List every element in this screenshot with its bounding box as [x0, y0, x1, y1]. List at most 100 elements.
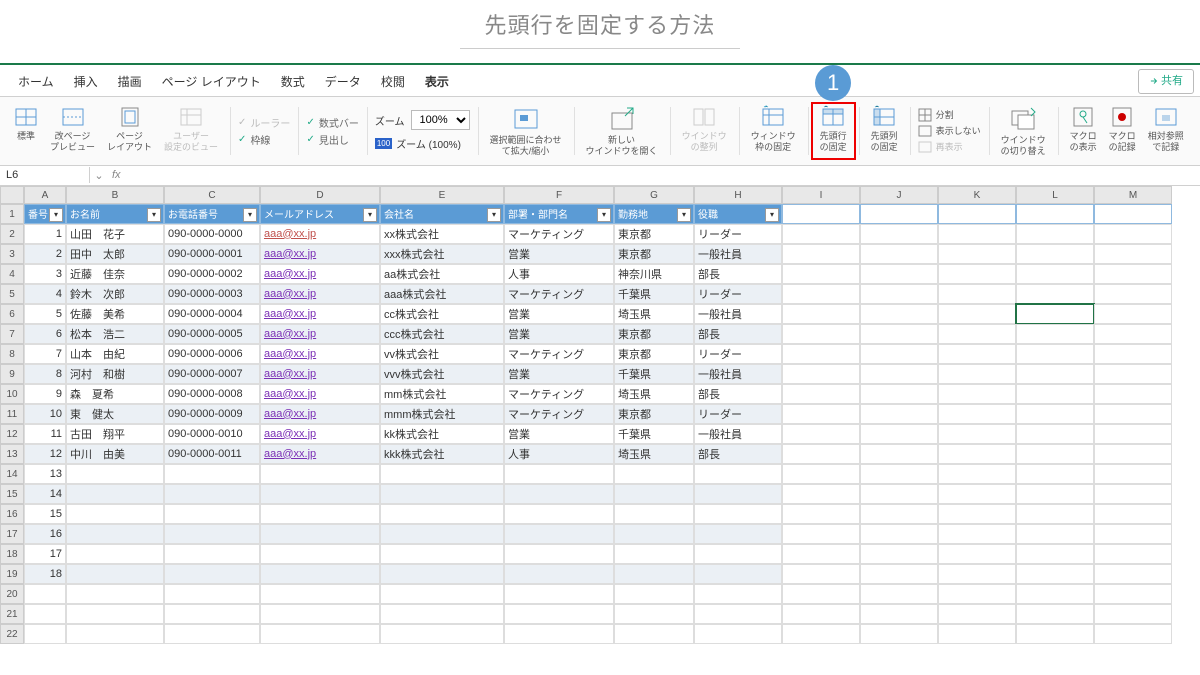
zoom-100-icon[interactable]: 100 — [375, 138, 392, 149]
cell[interactable] — [614, 584, 694, 604]
zoom-to-selection[interactable]: 選択範囲に合わせ て拡大/縮小 — [486, 103, 566, 159]
cell[interactable] — [782, 304, 860, 324]
row-header[interactable]: 19 — [0, 564, 24, 584]
view-page-layout[interactable]: ページ レイアウト — [103, 103, 156, 155]
cell[interactable]: 営業 — [504, 244, 614, 264]
cell[interactable] — [860, 524, 938, 544]
cell[interactable] — [938, 544, 1016, 564]
cell[interactable] — [1016, 244, 1094, 264]
cell[interactable] — [860, 404, 938, 424]
cell[interactable]: 6 — [24, 324, 66, 344]
cell[interactable] — [260, 464, 380, 484]
cell[interactable] — [66, 504, 164, 524]
cell[interactable]: 一般社員 — [694, 304, 782, 324]
cell[interactable] — [860, 224, 938, 244]
cell[interactable] — [380, 544, 504, 564]
cell[interactable] — [860, 384, 938, 404]
cell[interactable] — [380, 584, 504, 604]
cell[interactable] — [782, 204, 860, 224]
new-window[interactable]: 新しい ウインドウを開く — [582, 103, 662, 159]
cell[interactable] — [860, 504, 938, 524]
cell[interactable] — [1094, 624, 1172, 644]
formula-input[interactable] — [125, 166, 1200, 185]
cell[interactable]: aaa@xx.jp — [260, 384, 380, 404]
cell[interactable] — [1094, 304, 1172, 324]
cell[interactable]: aaa@xx.jp — [260, 424, 380, 444]
row-header[interactable]: 6 — [0, 304, 24, 324]
cell[interactable]: 090-0000-0011 — [164, 444, 260, 464]
cell[interactable]: mmm株式会社 — [380, 404, 504, 424]
cell[interactable]: 東京都 — [614, 404, 694, 424]
cell[interactable]: 部署・部門名 — [504, 204, 614, 224]
row-header[interactable]: 13 — [0, 444, 24, 464]
cell[interactable]: 14 — [24, 484, 66, 504]
cell[interactable]: 営業 — [504, 324, 614, 344]
freeze-first-col[interactable]: 先頭列 の固定 — [867, 103, 902, 155]
cell[interactable] — [24, 584, 66, 604]
cell[interactable] — [1016, 204, 1094, 224]
cell[interactable]: 7 — [24, 344, 66, 364]
cell[interactable]: 090-0000-0005 — [164, 324, 260, 344]
row-header[interactable]: 2 — [0, 224, 24, 244]
cell[interactable] — [504, 544, 614, 564]
cell[interactable]: 2 — [24, 244, 66, 264]
cell[interactable]: 部長 — [694, 444, 782, 464]
cell[interactable]: 千葉県 — [614, 364, 694, 384]
cell[interactable]: マーケティング — [504, 344, 614, 364]
cell[interactable]: vvv株式会社 — [380, 364, 504, 384]
cell[interactable]: 役職 — [694, 204, 782, 224]
cell[interactable]: 18 — [24, 564, 66, 584]
cell[interactable] — [1016, 284, 1094, 304]
cell[interactable] — [782, 524, 860, 544]
cell[interactable]: mm株式会社 — [380, 384, 504, 404]
cell[interactable]: 090-0000-0007 — [164, 364, 260, 384]
cell[interactable] — [860, 544, 938, 564]
cell[interactable] — [614, 484, 694, 504]
cell[interactable] — [66, 484, 164, 504]
cell[interactable]: 鈴木 次郎 — [66, 284, 164, 304]
row-header[interactable]: 14 — [0, 464, 24, 484]
cell[interactable] — [938, 304, 1016, 324]
fx-icon[interactable]: fx — [108, 169, 125, 181]
cell[interactable] — [694, 564, 782, 584]
cell[interactable] — [1094, 204, 1172, 224]
cell[interactable]: 田中 太郎 — [66, 244, 164, 264]
cell[interactable]: 東京都 — [614, 324, 694, 344]
cell[interactable]: aa株式会社 — [380, 264, 504, 284]
cell[interactable]: 千葉県 — [614, 424, 694, 444]
tab-view[interactable]: 表示 — [415, 69, 459, 94]
cell[interactable] — [614, 524, 694, 544]
record-macro[interactable]: マクロ の記録 — [1105, 103, 1140, 155]
cell[interactable]: 東京都 — [614, 244, 694, 264]
cell[interactable] — [938, 424, 1016, 444]
col-header-C[interactable]: C — [164, 186, 260, 204]
cell[interactable] — [380, 464, 504, 484]
cell[interactable]: 河村 和樹 — [66, 364, 164, 384]
cell[interactable]: cc株式会社 — [380, 304, 504, 324]
cell[interactable]: 松本 浩二 — [66, 324, 164, 344]
cell[interactable]: 東京都 — [614, 344, 694, 364]
cell[interactable] — [860, 484, 938, 504]
cell[interactable]: aaa@xx.jp — [260, 304, 380, 324]
cell[interactable] — [614, 544, 694, 564]
row-header[interactable]: 3 — [0, 244, 24, 264]
cell[interactable] — [938, 284, 1016, 304]
cell[interactable] — [1016, 484, 1094, 504]
cell[interactable]: 16 — [24, 524, 66, 544]
cell[interactable] — [694, 584, 782, 604]
cell[interactable]: 090-0000-0010 — [164, 424, 260, 444]
cell[interactable] — [860, 264, 938, 284]
check-gridlines[interactable]: ✓枠線 — [238, 131, 270, 148]
cell[interactable]: 埼玉県 — [614, 444, 694, 464]
cell[interactable]: お名前 — [66, 204, 164, 224]
cell[interactable] — [260, 524, 380, 544]
cell[interactable] — [860, 324, 938, 344]
cell[interactable]: 一般社員 — [694, 364, 782, 384]
cell[interactable]: 15 — [24, 504, 66, 524]
cell[interactable] — [1094, 324, 1172, 344]
cell[interactable] — [1094, 344, 1172, 364]
cell[interactable] — [260, 544, 380, 564]
cell[interactable] — [504, 484, 614, 504]
cell[interactable] — [938, 404, 1016, 424]
cell[interactable] — [614, 624, 694, 644]
